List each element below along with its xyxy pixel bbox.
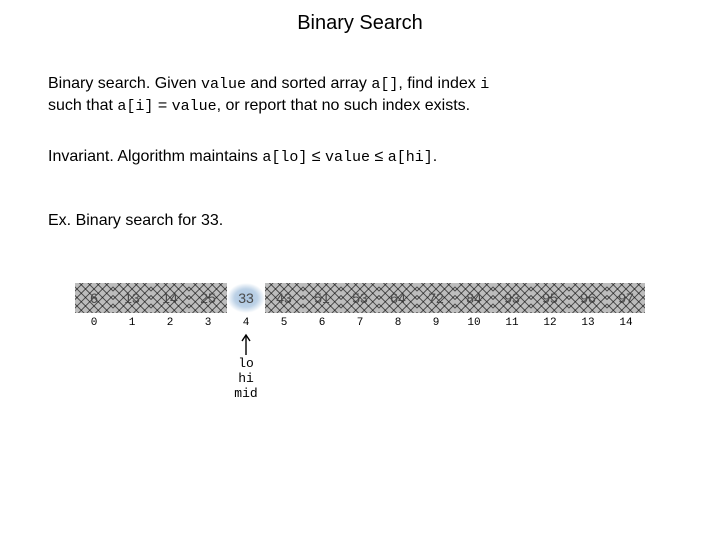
array-value: 64 — [390, 290, 406, 306]
array-value: 93 — [504, 290, 520, 306]
t: Algorithm maintains — [114, 148, 263, 165]
lead: Binary search. — [48, 75, 150, 92]
arrow-up-icon — [240, 333, 252, 355]
array-index: 13 — [569, 317, 607, 329]
t: such that — [48, 97, 117, 114]
pointer-block: lohimid — [228, 333, 264, 402]
array-index: 6 — [303, 317, 341, 329]
t: and sorted array — [246, 75, 371, 92]
array-index: 3 — [189, 317, 227, 329]
array-index: 12 — [531, 317, 569, 329]
array-index: 11 — [493, 317, 531, 329]
array-value: 6 — [90, 290, 98, 306]
array-index: 1 — [113, 317, 151, 329]
array-cell: 64 — [379, 283, 417, 313]
array-cell: 33 — [227, 283, 265, 313]
array-index: 7 — [341, 317, 379, 329]
array-value: 72 — [428, 290, 444, 306]
dot: . — [433, 148, 437, 165]
array-cell: 25 — [189, 283, 227, 313]
array-cell: 72 — [417, 283, 455, 313]
t: Given — [150, 75, 201, 92]
paragraph-invariant: Invariant. Algorithm maintains a[lo] ≤ v… — [48, 146, 672, 168]
array-cell: 96 — [569, 283, 607, 313]
array-value: 97 — [618, 290, 634, 306]
code-ahi: a[hi] — [388, 149, 433, 166]
code-i: i — [480, 76, 489, 93]
array-visual: 61314253343515364728493959697 0123456789… — [75, 283, 720, 329]
pointer-label: hi — [228, 372, 264, 387]
pointer-label: lo — [228, 357, 264, 372]
array-value: 96 — [580, 290, 596, 306]
array-value: 14 — [162, 290, 178, 306]
array-index: 10 — [455, 317, 493, 329]
array-cell: 13 — [113, 283, 151, 313]
array-index: 8 — [379, 317, 417, 329]
lead: Invariant. — [48, 148, 114, 165]
t: , or report that no such index exists. — [217, 97, 470, 114]
array-cell: 14 — [151, 283, 189, 313]
lead: Ex. — [48, 212, 71, 229]
array-value: 53 — [352, 290, 368, 306]
array-cell: 95 — [531, 283, 569, 313]
code-value: value — [325, 149, 370, 166]
code-ai: a[i] — [117, 98, 153, 115]
array-value: 95 — [542, 290, 558, 306]
array-value: 13 — [124, 290, 140, 306]
array-value: 33 — [238, 290, 254, 306]
code-value: value — [172, 98, 217, 115]
array-cell: 84 — [455, 283, 493, 313]
t: Binary search for 33. — [71, 212, 223, 229]
array-value: 25 — [200, 290, 216, 306]
page-title: Binary Search — [0, 0, 720, 35]
t: , find index — [398, 75, 480, 92]
pointer-label: mid — [228, 387, 264, 402]
array-cell: 97 — [607, 283, 645, 313]
t: = — [153, 97, 171, 114]
array-value: 84 — [466, 290, 482, 306]
array-index: 5 — [265, 317, 303, 329]
paragraph-example: Ex. Binary search for 33. — [48, 210, 672, 232]
array-row: 6 13 14 25 33 43 51 53 64 72 84 93 95 96 97 — [75, 283, 720, 313]
le: ≤ — [307, 148, 325, 165]
code-value: value — [201, 76, 246, 93]
array-cell: 43 — [265, 283, 303, 313]
code-array: a[] — [371, 76, 398, 93]
array-cell: 6 — [75, 283, 113, 313]
code-alo: a[lo] — [262, 149, 307, 166]
array-index: 9 — [417, 317, 455, 329]
array-index: 14 — [607, 317, 645, 329]
le: ≤ — [370, 148, 388, 165]
array-cell: 53 — [341, 283, 379, 313]
index-row: 01234567891011121314 — [75, 317, 720, 329]
paragraph-definition: Binary search. Given value and sorted ar… — [48, 73, 672, 118]
array-value: 43 — [276, 290, 292, 306]
array-cell: 93 — [493, 283, 531, 313]
array-index: 4 — [227, 317, 265, 329]
array-index: 2 — [151, 317, 189, 329]
array-cell: 51 — [303, 283, 341, 313]
array-value: 51 — [314, 290, 330, 306]
array-index: 0 — [75, 317, 113, 329]
